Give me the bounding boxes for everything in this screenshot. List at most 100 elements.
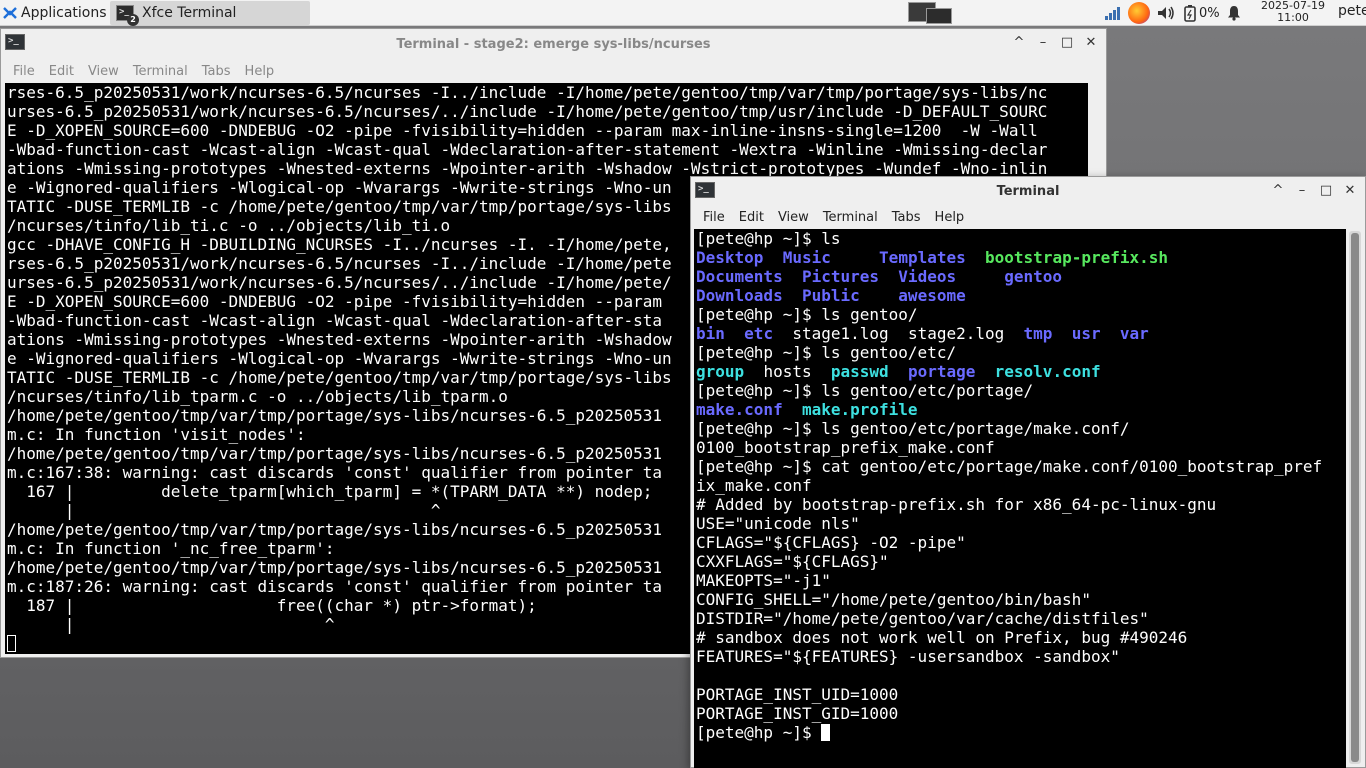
battery-indicator[interactable]: 0% [1182,4,1220,22]
applications-menu-button[interactable]: Applications ⋮ [2,3,124,23]
terminal-line: E -D_XOPEN_SOURCE=600 -DNDEBUG -O2 -pipe… [7,121,1038,140]
dir-entry: group [696,362,745,381]
xfce-logo-icon [3,7,17,19]
terminal-text: CONFIG_SHELL="/home/pete/gentoo/bin/bash… [696,590,1091,609]
menu-view[interactable]: View [81,64,126,79]
system-tray: 0% [1104,2,1242,24]
notification-bell-icon[interactable] [1226,5,1242,21]
dir-entry: Pictures [801,267,880,286]
terminal-text: [pete@hp ~]$ ls gentoo/etc/portage/ [696,381,1034,400]
text-cursor [821,724,831,741]
terminal-text: [pete@hp ~]$ cat gentoo/etc/portage/make… [696,457,1323,476]
terminal-line: [pete@hp ~]$ ls gentoo/etc/portage/make.… [696,419,1346,438]
terminal-line: [pete@hp ~]$ ls gentoo/etc/portage/ [696,381,1346,400]
menu-view[interactable]: View [771,210,816,225]
terminal-line: Desktop Music Templates bootstrap-prefix… [696,248,1346,267]
menu-tabs[interactable]: Tabs [195,64,238,79]
menu-bar: File Edit View Terminal Tabs Help [1,59,1106,83]
shade-icon[interactable]: ^ [1012,35,1026,50]
terminal-line: # sandbox does not work well on Prefix, … [696,628,1346,647]
menu-help[interactable]: Help [238,64,282,79]
terminal-text: # sandbox does not work well on Prefix, … [696,628,1188,647]
dir-entry: var [1119,324,1149,343]
terminal-text: DISTDIR="/home/pete/gentoo/var/cache/dis… [696,609,1149,628]
terminal-output[interactable]: [pete@hp ~]$ ls Desktop Music Templates b… [694,229,1346,768]
terminal-line: [pete@hp ~]$ ls [696,229,1346,248]
dir-entry: Music [782,248,831,267]
battery-percent: 0% [1199,5,1220,21]
dir-entry: tmp [1023,324,1053,343]
dir-entry: Videos [898,267,957,286]
terminal-text: # Added by bootstrap-prefix.sh for x86_6… [696,495,1217,514]
network-signal-icon[interactable] [1104,5,1122,21]
clock[interactable]: 2025-07-19 11:00 [1254,0,1332,24]
terminal-line: ix_make.conf [696,476,1346,495]
terminal-text: [pete@hp ~]$ ls [696,229,841,248]
window-titlebar[interactable]: >_ Terminal - stage2: emerge sys-libs/nc… [1,29,1106,59]
terminal-text: [pete@hp ~]$ ls gentoo/etc/portage/make.… [696,419,1130,438]
taskbar-item-label: Xfce Terminal [142,5,237,21]
menu-terminal[interactable]: Terminal [126,64,195,79]
maximize-icon[interactable]: □ [1060,35,1074,50]
menu-tabs[interactable]: Tabs [885,210,928,225]
menu-edit[interactable]: Edit [42,64,81,79]
close-icon[interactable]: ✕ [1084,35,1098,50]
minimize-icon[interactable]: – [1036,35,1050,50]
battery-icon [1184,5,1196,22]
terminal-line: bin etc stage1.log stage2.log tmp usr va… [696,324,1346,343]
volume-icon[interactable] [1156,5,1176,21]
dir-entry: Templates [879,248,966,267]
terminal-line: # Added by bootstrap-prefix.sh for x86_6… [696,495,1346,514]
menu-file[interactable]: File [6,64,42,79]
terminal-line: FEATURES="${FEATURES} -usersandbox -sand… [696,647,1346,666]
terminal-text: ix_make.conf [696,476,812,495]
taskbar-item-xfce-terminal[interactable]: >_ 2 Xfce Terminal [110,1,310,26]
firefox-icon[interactable] [1128,2,1150,24]
menu-help[interactable]: Help [928,210,972,225]
window-count-badge: 2 [127,14,139,26]
terminal-line: rses-6.5_p20250531/work/ncurses-6.5/ncur… [7,83,1048,102]
menu-file[interactable]: File [696,210,732,225]
terminal-text: PORTAGE_INST_GID=1000 [696,704,899,723]
dir-entry: Documents [696,267,783,286]
terminal-text: stage1.log stage2.log [773,324,1024,343]
terminal-line: [pete@hp ~]$ cat gentoo/etc/portage/make… [696,457,1346,476]
terminal-line: CFLAGS="${CFLAGS} -O2 -pipe" [696,533,1346,552]
minimize-icon[interactable]: – [1295,183,1309,198]
scrollbar-thumb[interactable] [1351,233,1359,762]
dir-entry: make.profile [801,400,918,419]
terminal-text: CXXFLAGS="${CFLAGS}" [696,552,889,571]
dir-entry: Downloads [696,286,783,305]
applications-label: Applications [21,5,107,21]
close-icon[interactable]: ✕ [1343,183,1357,198]
menu-terminal[interactable]: Terminal [816,210,885,225]
dir-entry: awesome [898,286,966,305]
workspace-switcher[interactable] [908,2,956,24]
terminal-text: USE="unicode nls" [696,514,860,533]
maximize-icon[interactable]: □ [1319,183,1333,198]
terminal-window-main[interactable]: >_ Terminal ^ – □ ✕ File Edit View Termi… [690,176,1366,768]
shade-icon[interactable]: ^ [1271,183,1285,198]
terminal-text: MAKEOPTS="-j1" [696,571,831,590]
window-titlebar[interactable]: >_ Terminal ^ – □ ✕ [691,177,1365,205]
clock-time: 11:00 [1277,11,1309,24]
user-menu[interactable]: pete [1338,3,1366,19]
terminal-text: [pete@hp ~]$ ls gentoo/etc/ [696,343,957,362]
dir-entry: Public [801,286,860,305]
menu-edit[interactable]: Edit [732,210,771,225]
terminal-line: [pete@hp ~]$ [696,723,1346,742]
terminal-line: 0100_bootstrap_prefix_make.conf [696,438,1346,457]
menu-bar: File Edit View Terminal Tabs Help [691,205,1365,229]
window-controls: ^ – □ ✕ [1012,35,1098,50]
terminal-text: PORTAGE_INST_UID=1000 [696,685,899,704]
scrollbar[interactable] [1349,231,1361,764]
dir-entry: etc [744,324,774,343]
